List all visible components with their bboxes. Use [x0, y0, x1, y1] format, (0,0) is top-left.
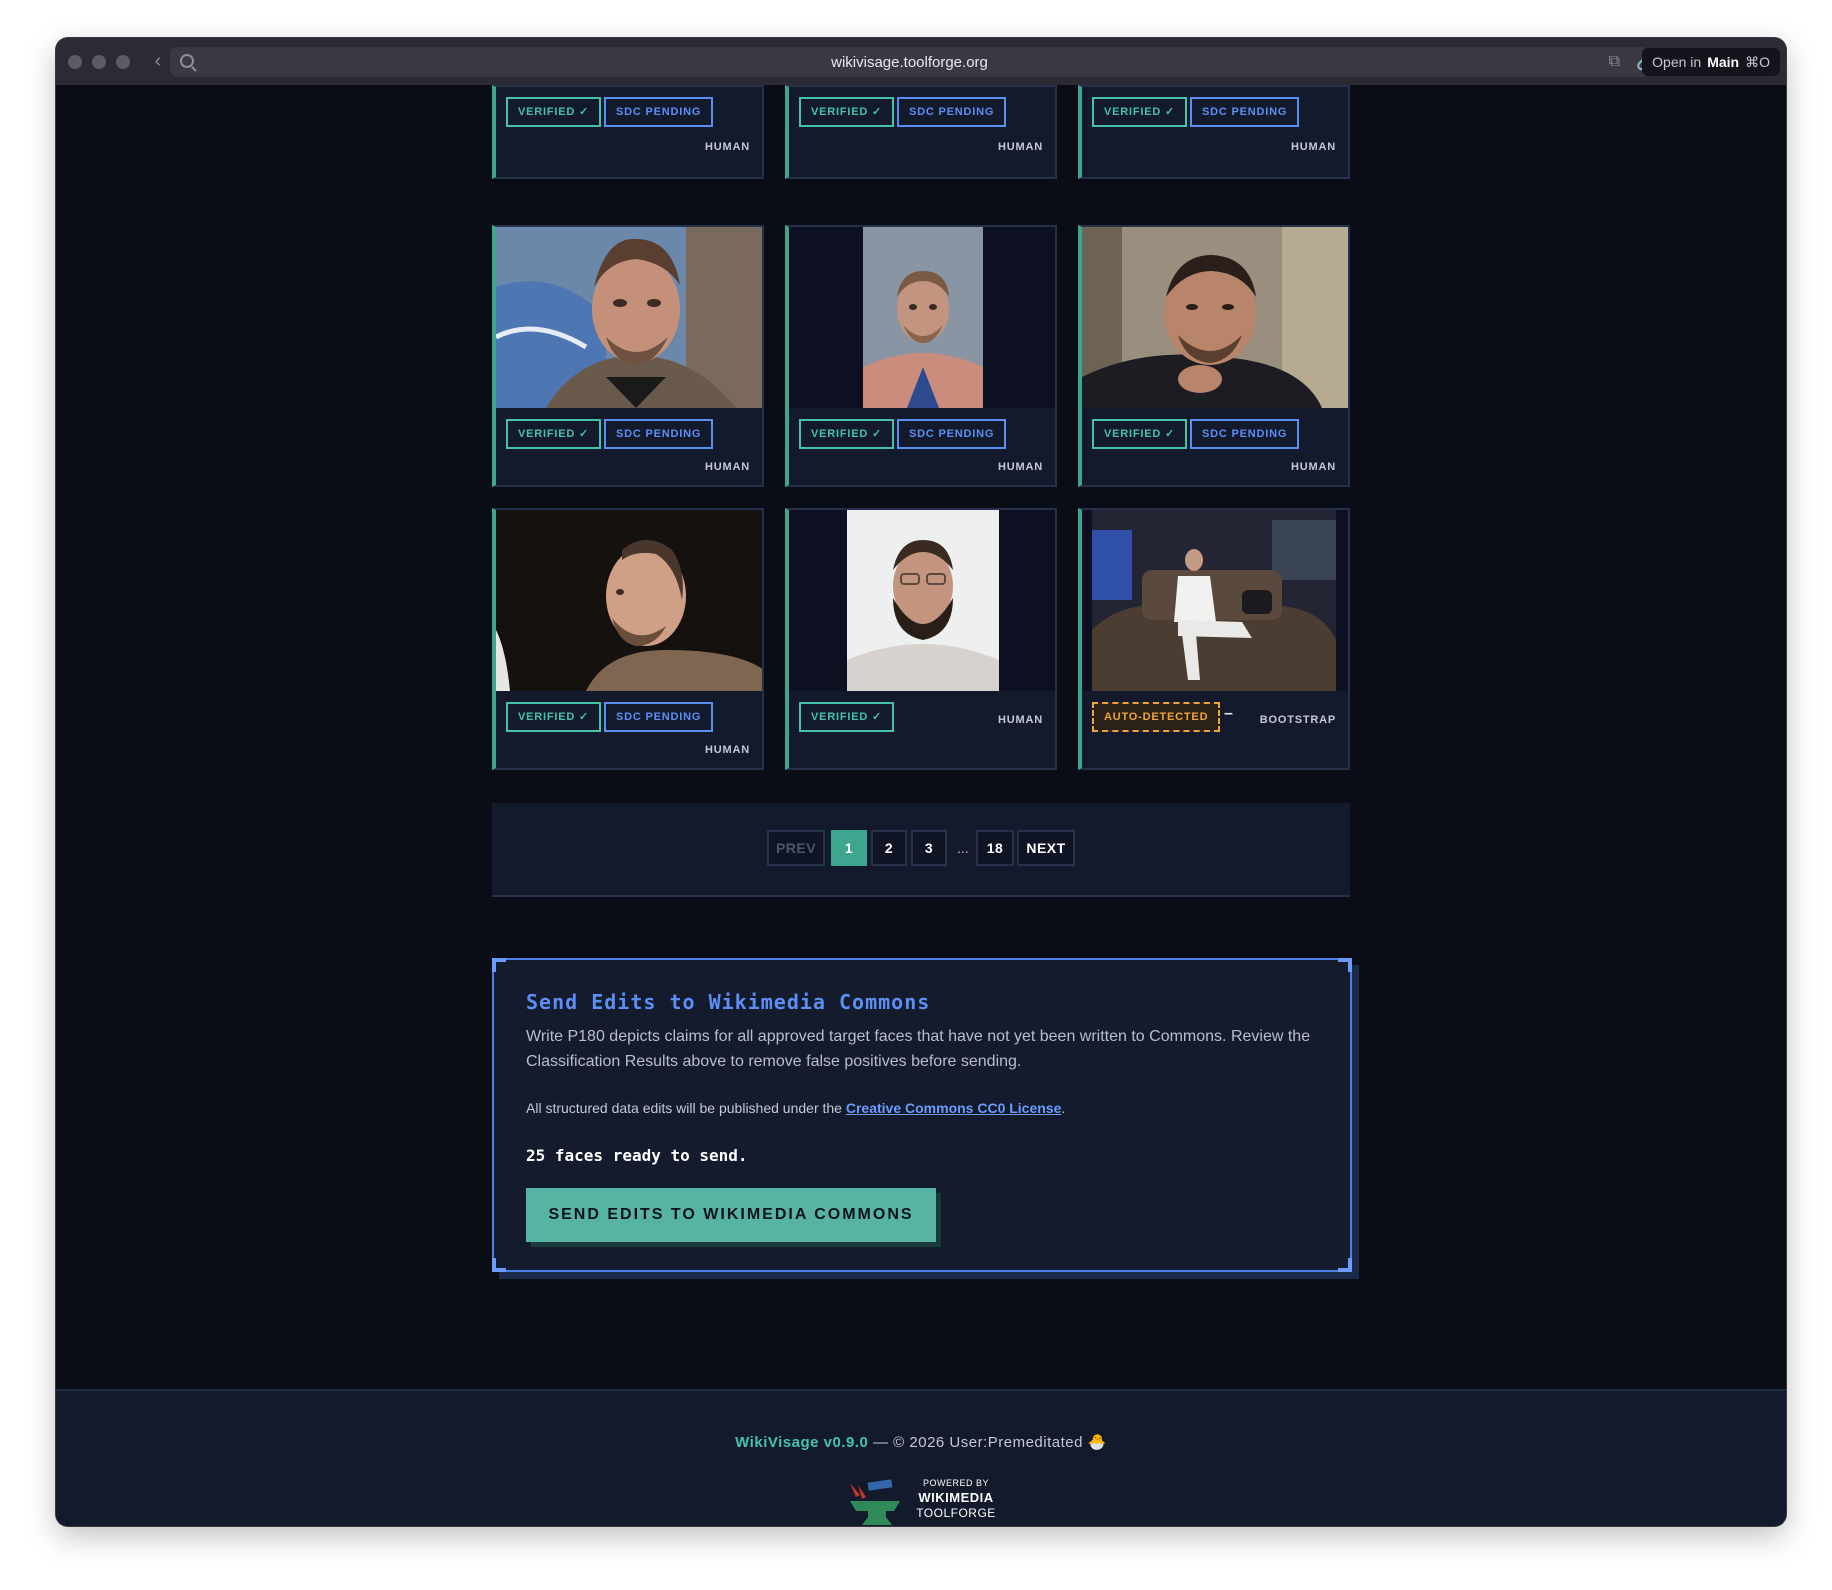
page-1-button[interactable]: 1 — [831, 830, 867, 866]
page-2-button[interactable]: 2 — [871, 830, 907, 866]
species-label: HUMAN — [705, 461, 750, 473]
prev-page-button[interactable]: PREV — [767, 830, 825, 866]
species-label: HUMAN — [1291, 141, 1336, 153]
send-edits-panel: Send Edits to Wikimedia Commons Write P1… — [492, 958, 1352, 1272]
sdc-pending-badge: SDC PENDING — [897, 97, 1007, 127]
face-photo[interactable] — [789, 227, 1055, 408]
pagination-ellipsis: ... — [957, 840, 969, 856]
sdc-pending-badge: SDC PENDING — [604, 97, 714, 127]
toolforge-label: TOOLFORGE — [916, 1506, 996, 1520]
verified-badge: VERIFIED ✓ — [799, 419, 895, 449]
page-footer: WikiVisage v0.9.0 — © 2026 User:Premedit… — [56, 1389, 1786, 1526]
open-in-main-button[interactable]: Open in Main ⌘O — [1642, 48, 1780, 76]
license-notice: All structured data edits will be publis… — [526, 1100, 1065, 1116]
browser-window: ‹ wikivisage.toolforge.org ⧉ 🔗 Open in M… — [56, 38, 1786, 1526]
chick-emoji: 🐣 — [1087, 1434, 1107, 1451]
species-label: HUMAN — [1291, 461, 1336, 473]
face-photo[interactable] — [789, 510, 1055, 691]
corner-decoration — [492, 958, 506, 972]
license-suffix: . — [1061, 1100, 1066, 1116]
page-content: VERIFIED ✓ SDC PENDING HUMAN VERIFIED ✓ … — [56, 85, 1786, 1526]
face-photo[interactable] — [1082, 510, 1348, 691]
sdc-pending-badge: SDC PENDING — [604, 702, 714, 732]
send-panel-description: Write P180 depicts claims for all approv… — [526, 1028, 1311, 1070]
zoom-window-button[interactable] — [116, 54, 130, 69]
back-arrow-icon[interactable]: ‹ — [148, 50, 168, 73]
anvil-icon — [850, 1479, 900, 1525]
cc0-license-link[interactable]: Creative Commons CC0 License — [846, 1100, 1062, 1116]
verified-badge: VERIFIED ✓ — [799, 97, 895, 127]
face-card[interactable]: VERIFIED ✓ SDC PENDING HUMAN — [492, 85, 764, 179]
address-bar[interactable]: wikivisage.toolforge.org — [170, 47, 1649, 77]
species-label: HUMAN — [998, 714, 1043, 726]
species-label: HUMAN — [705, 744, 750, 756]
verified-badge: VERIFIED ✓ — [1092, 419, 1188, 449]
wikimedia-label: WIKIMEDIA — [918, 1490, 994, 1505]
face-card[interactable]: VERIFIED ✓ SDC PENDING HUMAN — [785, 85, 1057, 179]
send-edits-button[interactable]: SEND EDITS TO WIKIMEDIA COMMONS — [526, 1188, 936, 1242]
face-card[interactable]: VERIFIED ✓ SDC PENDING HUMAN — [1078, 85, 1350, 179]
brand-link[interactable]: WikiVisage v0.9.0 — [735, 1434, 868, 1451]
sdc-pending-badge: SDC PENDING — [604, 419, 714, 449]
corner-decoration — [1338, 1258, 1352, 1272]
sdc-pending-badge: SDC PENDING — [1190, 97, 1300, 127]
face-card[interactable]: VERIFIED ✓ HUMAN — [785, 508, 1057, 770]
browser-toolbar: ‹ wikivisage.toolforge.org ⧉ 🔗 Open in M… — [56, 38, 1786, 85]
powered-by-label: POWERED BY — [922, 1478, 989, 1488]
face-card[interactable]: VERIFIED ✓ SDC PENDING HUMAN — [785, 225, 1057, 487]
face-photo[interactable] — [496, 227, 762, 408]
dash-label: – — [1224, 705, 1233, 722]
face-card[interactable]: VERIFIED ✓ SDC PENDING HUMAN — [492, 508, 764, 770]
verified-badge: VERIFIED ✓ — [506, 702, 602, 732]
face-card[interactable]: AUTO-DETECTED – BOOTSTRAP — [1078, 508, 1350, 770]
search-icon — [180, 54, 194, 68]
powered-by-toolforge-badge[interactable]: POWERED BY WIKIMEDIA TOOLFORGE — [846, 1477, 1006, 1526]
species-label: HUMAN — [705, 141, 750, 153]
verified-badge: VERIFIED ✓ — [506, 419, 602, 449]
corner-decoration — [492, 1258, 506, 1272]
face-card[interactable]: VERIFIED ✓ SDC PENDING HUMAN — [492, 225, 764, 487]
window-controls — [68, 54, 130, 69]
verified-badge: VERIFIED ✓ — [506, 97, 602, 127]
license-prefix: All structured data edits will be publis… — [526, 1100, 846, 1116]
face-photo[interactable] — [1082, 227, 1348, 408]
page-18-button[interactable]: 18 — [976, 830, 1014, 866]
verified-badge: VERIFIED ✓ — [799, 702, 895, 732]
sdc-pending-badge: SDC PENDING — [897, 419, 1007, 449]
open-in-label: Open in — [1652, 54, 1702, 70]
face-card[interactable]: VERIFIED ✓ SDC PENDING HUMAN — [1078, 225, 1350, 487]
open-in-target: Main — [1707, 54, 1740, 70]
picture-in-picture-icon[interactable]: ⧉ — [1609, 53, 1620, 71]
verified-badge: VERIFIED ✓ — [1092, 97, 1188, 127]
corner-decoration — [1338, 958, 1352, 972]
url-text: wikivisage.toolforge.org — [831, 53, 988, 71]
sdc-pending-badge: SDC PENDING — [1190, 419, 1300, 449]
toolforge-wordmark: POWERED BY WIKIMEDIA TOOLFORGE — [908, 1477, 1004, 1520]
open-in-shortcut: ⌘O — [1745, 53, 1770, 70]
auto-detected-badge: AUTO-DETECTED — [1092, 702, 1221, 732]
minimize-window-button[interactable] — [92, 54, 106, 69]
ready-count-text: 25 faces ready to send. — [526, 1146, 748, 1165]
footer-credits: WikiVisage v0.9.0 — © 2026 User:Premedit… — [56, 1433, 1786, 1451]
species-label: HUMAN — [998, 461, 1043, 473]
pagination: PREV 1 2 3 ... 18 NEXT — [492, 803, 1350, 897]
send-panel-title: Send Edits to Wikimedia Commons — [526, 990, 931, 1014]
next-page-button[interactable]: NEXT — [1017, 830, 1075, 866]
face-photo[interactable] — [496, 510, 762, 691]
species-label: BOOTSTRAP — [1259, 714, 1336, 726]
copyright-text: — © 2026 User:Premeditated — [868, 1434, 1088, 1451]
page-3-button[interactable]: 3 — [911, 830, 947, 866]
species-label: HUMAN — [998, 141, 1043, 153]
close-window-button[interactable] — [68, 54, 82, 69]
